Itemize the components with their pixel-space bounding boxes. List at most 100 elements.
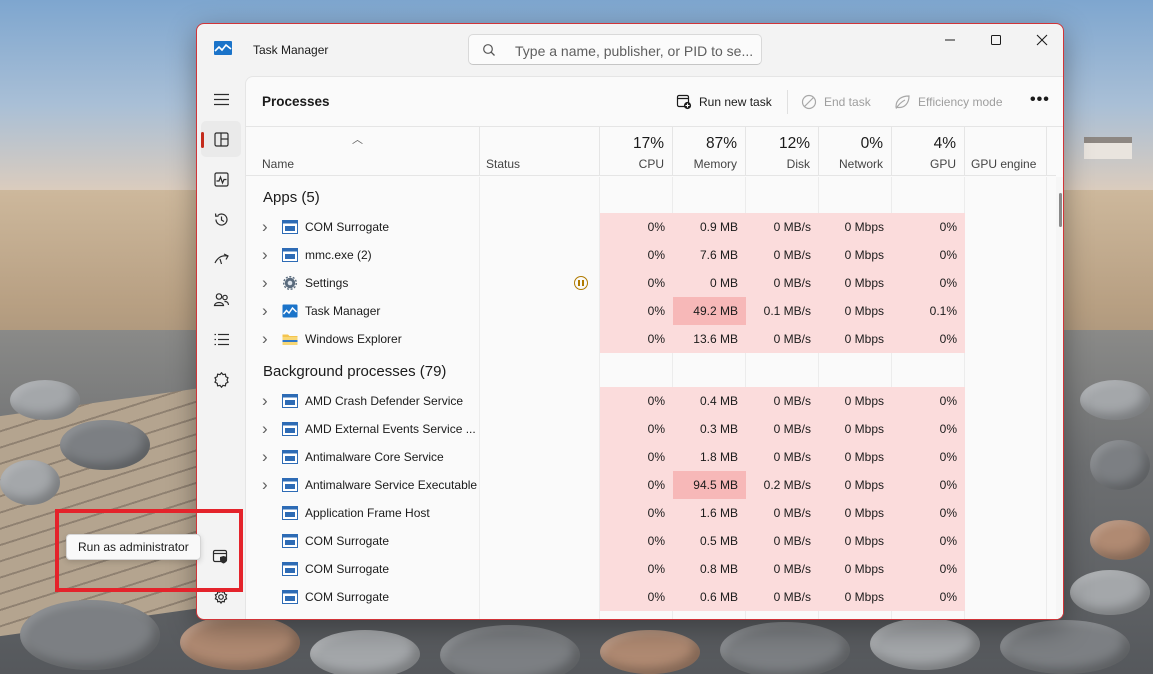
- search-placeholder[interactable]: Type a name, publisher, or PID to se...: [515, 43, 753, 59]
- process-name: AMD Crash Defender Service: [305, 394, 464, 408]
- expand-chevron-icon[interactable]: ›: [262, 420, 282, 437]
- expand-chevron-icon[interactable]: ›: [262, 274, 282, 291]
- column-name[interactable]: ︿ Name: [246, 127, 480, 176]
- process-row[interactable]: 0% 13.6 MB 0 MB/s 0 Mbps 0% › Windows Explorer: [246, 325, 1056, 353]
- column-memory[interactable]: 87% Memory: [673, 127, 746, 176]
- startup-apps-icon: [213, 252, 229, 264]
- gpu-cell: 0%: [892, 527, 965, 555]
- nav-app-history[interactable]: [201, 201, 241, 237]
- network-cell: 0 Mbps: [819, 297, 892, 325]
- expand-chevron-icon[interactable]: ›: [262, 392, 282, 409]
- expand-chevron-icon[interactable]: ›: [262, 302, 282, 319]
- disk-cell: 0 MB/s: [746, 527, 819, 555]
- network-cell: 0 Mbps: [819, 387, 892, 415]
- nav-performance[interactable]: [201, 161, 241, 197]
- expand-chevron-icon[interactable]: ›: [262, 476, 282, 493]
- network-cell: 0 Mbps: [819, 527, 892, 555]
- column-disk[interactable]: 12% Disk: [746, 127, 819, 176]
- minimize-button[interactable]: [927, 24, 973, 56]
- column-status[interactable]: Status: [480, 127, 600, 176]
- disk-cell: 0 MB/s: [746, 499, 819, 527]
- disk-cell: 0 MB/s: [746, 241, 819, 269]
- memory-cell: 94.5 MB: [673, 471, 746, 499]
- column-gpu-engine[interactable]: GPU engine: [965, 127, 1047, 176]
- column-network[interactable]: 0% Network: [819, 127, 892, 176]
- process-row[interactable]: 0% 1.6 MB 0 MB/s 0 Mbps 0% Application Frame …: [246, 499, 1056, 527]
- suspended-status-icon: [574, 276, 588, 290]
- page-title: Processes: [262, 94, 330, 109]
- app-history-icon: [214, 212, 228, 226]
- app-window-icon: [282, 450, 298, 464]
- nav-details[interactable]: [201, 321, 241, 357]
- column-gpu[interactable]: 4% GPU: [892, 127, 965, 176]
- process-row[interactable]: 0% 0.3 MB 0 MB/s 0 Mbps 0% › AMD External Even…: [246, 415, 1056, 443]
- cpu-cell: 0%: [600, 471, 673, 499]
- maximize-button[interactable]: [973, 24, 1019, 56]
- search-box[interactable]: Type a name, publisher, or PID to se...: [468, 34, 762, 65]
- process-name: mmc.exe (2): [305, 248, 372, 262]
- process-row[interactable]: 0% 0 MB 0 MB/s 0 Mbps 0% › Settings: [246, 269, 1056, 297]
- details-icon: [214, 333, 229, 345]
- process-name: COM Surrogate: [305, 534, 390, 548]
- disk-cell: 0 MB/s: [746, 555, 819, 583]
- processes-icon: [213, 131, 229, 147]
- process-row[interactable]: 0% 0.9 MB 0 MB/s 0 Mbps 0% › COM Surrogate: [246, 213, 1056, 241]
- app-window-icon: [282, 506, 298, 520]
- column-gpu-label: GPU: [929, 157, 956, 171]
- column-cpu[interactable]: 17% CPU: [600, 127, 673, 176]
- gpu-cell: 0%: [892, 583, 965, 611]
- process-row[interactable]: 0% 49.2 MB 0.1 MB/s 0 Mbps 0.1% › Task Manager: [246, 297, 1056, 325]
- services-icon: [213, 371, 229, 388]
- process-row[interactable]: 0% 0.8 MB 0 MB/s 0 Mbps 0% COM Surrogate: [246, 555, 1056, 583]
- memory-cell: 0 MB: [673, 269, 746, 297]
- process-name: COM Surrogate: [305, 562, 390, 576]
- column-name-label: Name: [262, 157, 295, 171]
- disk-cell: 0 MB/s: [746, 443, 819, 471]
- gpu-cell: 0%: [892, 213, 965, 241]
- scrollbar-thumb[interactable]: [1059, 193, 1062, 227]
- memory-cell: 0.5 MB: [673, 527, 746, 555]
- nav-processes[interactable]: [201, 121, 241, 157]
- cpu-cell: 0%: [600, 583, 673, 611]
- cpu-cell: 0%: [600, 387, 673, 415]
- cpu-cell: 0%: [600, 415, 673, 443]
- efficiency-mode-label: Efficiency mode: [918, 95, 1003, 109]
- hamburger-menu-button[interactable]: [201, 81, 241, 117]
- efficiency-mode-button[interactable]: Efficiency mode: [894, 92, 1003, 112]
- more-options-button[interactable]: •••: [1030, 90, 1050, 110]
- disk-cell: 0 MB/s: [746, 269, 819, 297]
- nav-services[interactable]: [201, 361, 241, 397]
- close-icon: [1036, 34, 1048, 46]
- window-title: Task Manager: [253, 43, 329, 57]
- network-cell: 0 Mbps: [819, 241, 892, 269]
- disk-cell: 0 MB/s: [746, 387, 819, 415]
- sort-ascending-icon: ︿: [352, 134, 363, 146]
- expand-chevron-icon[interactable]: ›: [262, 330, 282, 347]
- process-row[interactable]: 0% 0.6 MB 0 MB/s 0 Mbps 0% COM Surrogate: [246, 583, 1056, 611]
- expand-chevron-icon[interactable]: ›: [262, 448, 282, 465]
- expand-chevron-icon[interactable]: ›: [262, 218, 282, 235]
- process-row[interactable]: 0% 7.6 MB 0 MB/s 0 Mbps 0% › mmc.exe (2): [246, 241, 1056, 269]
- group-header[interactable]: Apps (5): [246, 185, 1056, 213]
- title-bar[interactable]: Task Manager Type a name, publisher, or …: [197, 24, 1063, 76]
- process-row[interactable]: 0% 0.5 MB 0 MB/s 0 Mbps 0% COM Surrogate: [246, 527, 1056, 555]
- end-task-button[interactable]: End task: [801, 92, 871, 112]
- process-name: Windows Explorer: [305, 332, 402, 346]
- close-button[interactable]: [1019, 24, 1063, 56]
- nav-users[interactable]: [201, 281, 241, 317]
- vertical-scrollbar[interactable]: [1056, 177, 1063, 619]
- expand-chevron-icon[interactable]: ›: [262, 246, 282, 263]
- disk-cell: 0.2 MB/s: [746, 471, 819, 499]
- process-row[interactable]: 0% 0.4 MB 0 MB/s 0 Mbps 0% › AMD Crash Defende…: [246, 387, 1056, 415]
- cpu-cell: 0%: [600, 213, 673, 241]
- group-header[interactable]: Background processes (79): [246, 359, 1056, 387]
- run-new-task-button[interactable]: Run new task: [676, 92, 772, 112]
- nav-startup-apps[interactable]: [201, 241, 241, 277]
- run-new-task-icon: [676, 94, 692, 110]
- process-row[interactable]: 0% 1.8 MB 0 MB/s 0 Mbps 0% › Antimalware Core …: [246, 443, 1056, 471]
- process-row[interactable]: 0% 94.5 MB 0.2 MB/s 0 Mbps 0% › Antimalware Se…: [246, 471, 1056, 499]
- table-header: ︿ Name Status 17% CPU 87% Memory 12% Dis…: [246, 127, 1056, 176]
- memory-cell: 0.6 MB: [673, 583, 746, 611]
- network-cell: 0 Mbps: [819, 443, 892, 471]
- gpu-cell: 0%: [892, 443, 965, 471]
